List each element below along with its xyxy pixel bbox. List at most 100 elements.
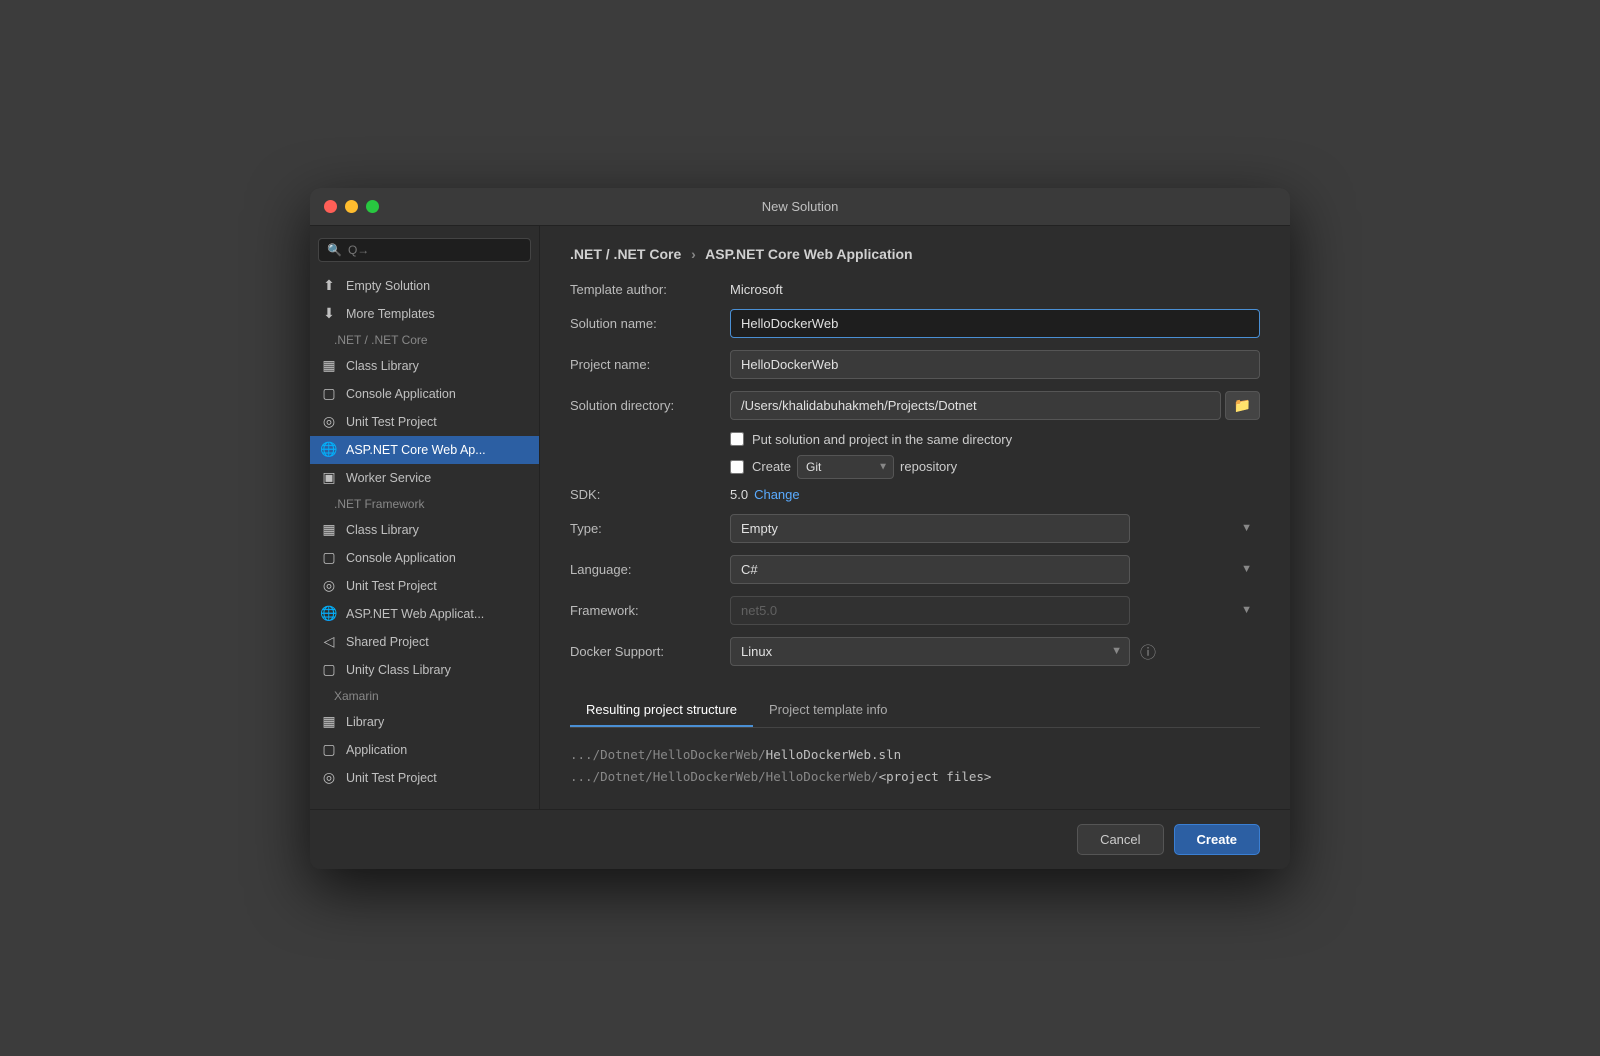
sdk-change-link[interactable]: Change bbox=[754, 487, 800, 502]
tab-project-structure[interactable]: Resulting project structure bbox=[570, 694, 753, 727]
solution-name-row: Solution name: bbox=[570, 309, 1260, 338]
search-icon: 🔍 bbox=[327, 243, 342, 257]
unit-test-3-icon: ◎ bbox=[320, 769, 338, 787]
breadcrumb-part2: ASP.NET Core Web Application bbox=[705, 246, 912, 262]
sidebar-item-unit-test-3[interactable]: ◎ Unit Test Project bbox=[310, 764, 539, 792]
template-author-label: Template author: bbox=[570, 282, 730, 297]
sidebar-item-label: More Templates bbox=[346, 307, 435, 321]
main-panel: .NET / .NET Core › ASP.NET Core Web Appl… bbox=[540, 226, 1290, 809]
empty-solution-icon: ⬆ bbox=[320, 277, 338, 295]
type-select-wrapper: Empty Web Application Web Application (M… bbox=[730, 514, 1260, 543]
framework-select[interactable]: net5.0 bbox=[730, 596, 1130, 625]
sidebar-item-aspnet-web-app[interactable]: 🌐 ASP.NET Core Web Ap... bbox=[310, 436, 539, 464]
worker-service-icon: ▣ bbox=[320, 469, 338, 487]
solution-name-label: Solution name: bbox=[570, 316, 730, 331]
sidebar-item-library[interactable]: ▦ Library bbox=[310, 708, 539, 736]
language-select-arrow: ▼ bbox=[1241, 563, 1252, 575]
create-repo-row: Create Git Subversion ▼ repository bbox=[570, 455, 1260, 479]
sidebar-item-more-templates[interactable]: ⬇ More Templates bbox=[310, 300, 539, 328]
solution-name-input[interactable] bbox=[730, 309, 1260, 338]
sidebar-item-unit-test-1[interactable]: ◎ Unit Test Project bbox=[310, 408, 539, 436]
search-bar[interactable]: 🔍 bbox=[318, 238, 531, 262]
sidebar-item-worker-service[interactable]: ▣ Worker Service bbox=[310, 464, 539, 492]
search-input[interactable] bbox=[348, 243, 522, 257]
sidebar-item-unit-test-2[interactable]: ◎ Unit Test Project bbox=[310, 572, 539, 600]
section-header-label: .NET / .NET Core bbox=[334, 333, 428, 347]
class-library-icon: ▦ bbox=[320, 357, 338, 375]
sidebar-item-label: Application bbox=[346, 743, 407, 757]
sidebar-section-dotnet-core: .NET / .NET Core bbox=[310, 328, 539, 352]
sidebar-item-application[interactable]: ▢ Application bbox=[310, 736, 539, 764]
template-author-value: Microsoft bbox=[730, 282, 783, 297]
structure-highlight-1: HelloDockerWeb.sln bbox=[766, 747, 901, 762]
sidebar-item-class-library-1[interactable]: ▦ Class Library bbox=[310, 352, 539, 380]
section-header-label: Xamarin bbox=[334, 689, 379, 703]
template-author-row: Template author: Microsoft bbox=[570, 282, 1260, 297]
structure-highlight-2: <project files> bbox=[879, 769, 992, 784]
sidebar-item-label: Unit Test Project bbox=[346, 771, 437, 785]
sidebar-item-empty-solution[interactable]: ⬆ Empty Solution bbox=[310, 272, 539, 300]
same-dir-label[interactable]: Put solution and project in the same dir… bbox=[752, 432, 1012, 447]
project-name-input[interactable] bbox=[730, 350, 1260, 379]
sidebar-item-label: Class Library bbox=[346, 359, 419, 373]
breadcrumb-part1: .NET / .NET Core bbox=[570, 246, 681, 262]
project-name-label: Project name: bbox=[570, 357, 730, 372]
type-select[interactable]: Empty Web Application Web Application (M… bbox=[730, 514, 1130, 543]
maximize-button[interactable] bbox=[366, 200, 379, 213]
sidebar-item-label: Empty Solution bbox=[346, 279, 430, 293]
sidebar-item-console-app-1[interactable]: ▢ Console Application bbox=[310, 380, 539, 408]
browse-button[interactable]: 📁 bbox=[1225, 391, 1260, 420]
create-repo-checkbox[interactable] bbox=[730, 460, 744, 474]
sidebar: 🔍 ⬆ Empty Solution ⬇ More Templates .NET… bbox=[310, 226, 540, 809]
docker-select[interactable]: Linux Windows None bbox=[730, 637, 1130, 666]
git-type-select[interactable]: Git Subversion bbox=[797, 455, 894, 479]
window-controls bbox=[324, 200, 379, 213]
git-select-wrap: Git Subversion ▼ bbox=[797, 455, 894, 479]
same-dir-row: Put solution and project in the same dir… bbox=[570, 432, 1260, 447]
sidebar-item-label: Library bbox=[346, 715, 384, 729]
sidebar-item-label: Console Application bbox=[346, 387, 456, 401]
unit-test-icon: ◎ bbox=[320, 413, 338, 431]
close-button[interactable] bbox=[324, 200, 337, 213]
repo-suffix: repository bbox=[900, 459, 957, 474]
sdk-version: 5.0 bbox=[730, 487, 748, 502]
language-select[interactable]: C# F# bbox=[730, 555, 1130, 584]
docker-label: Docker Support: bbox=[570, 644, 730, 659]
aspnet-icon: 🌐 bbox=[320, 441, 338, 459]
sidebar-item-label: ASP.NET Core Web Ap... bbox=[346, 443, 486, 457]
framework-label: Framework: bbox=[570, 603, 730, 618]
create-button[interactable]: Create bbox=[1174, 824, 1260, 855]
sidebar-item-console-app-2[interactable]: ▢ Console Application bbox=[310, 544, 539, 572]
tab-label: Resulting project structure bbox=[586, 702, 737, 717]
sidebar-item-class-library-2[interactable]: ▦ Class Library bbox=[310, 516, 539, 544]
sidebar-item-aspnet-web-app2[interactable]: 🌐 ASP.NET Web Applicat... bbox=[310, 600, 539, 628]
tabs: Resulting project structure Project temp… bbox=[570, 694, 1260, 728]
sdk-row: SDK: 5.0 Change bbox=[570, 487, 1260, 502]
library-icon: ▦ bbox=[320, 713, 338, 731]
minimize-button[interactable] bbox=[345, 200, 358, 213]
solution-dir-input[interactable] bbox=[730, 391, 1221, 420]
dialog-title: New Solution bbox=[762, 199, 839, 214]
help-icon[interactable]: ⓘ bbox=[1140, 639, 1156, 663]
sidebar-item-label: Shared Project bbox=[346, 635, 429, 649]
console-app-icon: ▢ bbox=[320, 385, 338, 403]
sidebar-item-shared-project[interactable]: ◁ Shared Project bbox=[310, 628, 539, 656]
same-dir-checkbox[interactable] bbox=[730, 432, 744, 446]
tab-label: Project template info bbox=[769, 702, 888, 717]
tab-template-info[interactable]: Project template info bbox=[753, 694, 904, 727]
structure-line-1: .../Dotnet/HelloDockerWeb/HelloDockerWeb… bbox=[570, 744, 1260, 767]
create-label[interactable]: Create bbox=[752, 459, 791, 474]
sidebar-item-unity-class-lib[interactable]: ▢ Unity Class Library bbox=[310, 656, 539, 684]
unit-test-2-icon: ◎ bbox=[320, 577, 338, 595]
shared-project-icon: ◁ bbox=[320, 633, 338, 651]
cancel-button[interactable]: Cancel bbox=[1077, 824, 1163, 855]
structure-line-2: .../Dotnet/HelloDockerWeb/HelloDockerWeb… bbox=[570, 766, 1260, 789]
dialog-footer: Cancel Create bbox=[310, 809, 1290, 869]
language-label: Language: bbox=[570, 562, 730, 577]
docker-select-wrapper: Linux Windows None ▼ bbox=[730, 637, 1130, 666]
framework-select-wrapper: net5.0 ▼ bbox=[730, 596, 1260, 625]
dialog-body: 🔍 ⬆ Empty Solution ⬇ More Templates .NET… bbox=[310, 226, 1290, 809]
type-select-arrow: ▼ bbox=[1241, 522, 1252, 534]
structure-prefix-1: .../Dotnet/HelloDockerWeb/ bbox=[570, 747, 766, 762]
sdk-label: SDK: bbox=[570, 487, 730, 502]
